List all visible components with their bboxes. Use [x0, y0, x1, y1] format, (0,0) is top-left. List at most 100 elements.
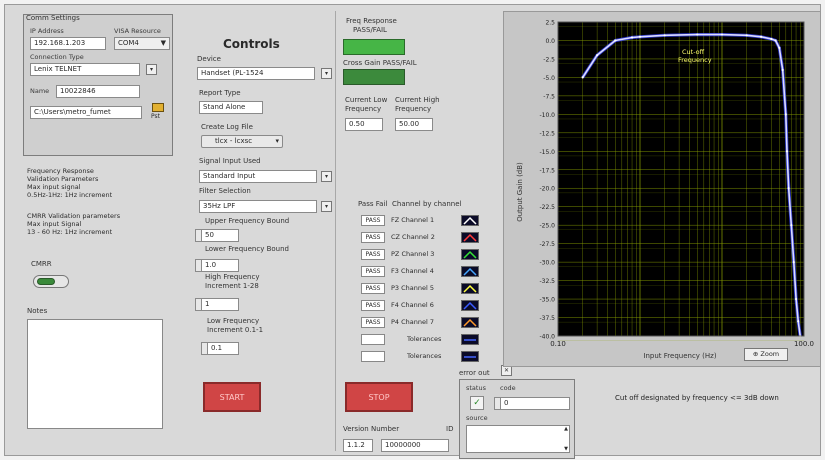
data-point: [797, 320, 800, 323]
cutoff-description: Cut off designated by frequency <= 3dB d…: [615, 394, 779, 402]
data-point: [596, 54, 599, 57]
report-type-label: Report Type: [199, 89, 241, 97]
data-point: [630, 36, 634, 39]
code-label: code: [500, 384, 516, 392]
connection-type-field[interactable]: Lenix TELNET: [30, 63, 140, 76]
channel-row: P4 Channel 7: [391, 317, 481, 328]
version-number-field: 1.1.2: [343, 439, 373, 452]
channel-row: PZ Channel 3: [391, 249, 481, 260]
report-type-field[interactable]: Stand Alone: [199, 101, 263, 114]
connection-dropdown-button[interactable]: ▾: [146, 64, 157, 75]
ip-address-label: IP Address: [30, 27, 64, 35]
filter-dropdown-button[interactable]: ▾: [321, 201, 332, 212]
data-point: [614, 39, 617, 42]
code-field[interactable]: 0: [500, 397, 570, 410]
plot-legend-icon[interactable]: [461, 266, 479, 277]
upper-frequency-field[interactable]: 50: [201, 229, 239, 242]
current-high-label-1: Current High: [395, 96, 440, 104]
start-button[interactable]: START: [203, 382, 261, 412]
source-field[interactable]: ▲ ▼: [466, 425, 570, 453]
chevron-down-icon: ▾: [275, 137, 279, 145]
main-window: Comm Settings IP Address 192.168.1.203 V…: [4, 4, 821, 459]
cmrr-label: CMRR: [31, 260, 52, 268]
ip-address-field[interactable]: 192.168.1.203: [30, 37, 106, 50]
y-tick-label: -7.5: [543, 93, 555, 100]
stop-button[interactable]: STOP: [345, 382, 413, 412]
data-point: [638, 35, 642, 38]
freq-response-title-2: PASS/FAIL: [353, 26, 387, 34]
signal-dropdown-button[interactable]: ▾: [321, 171, 332, 182]
zoom-label: Zoom: [760, 350, 780, 358]
channel-label: Tolerances: [407, 352, 442, 360]
low-increment-field[interactable]: 0.1: [207, 342, 239, 355]
pass-box: [361, 334, 385, 345]
y-tick-label: -25.0: [539, 223, 555, 230]
scroll-down-icon[interactable]: ▼: [564, 446, 568, 452]
pass-box: PASS: [361, 249, 385, 260]
error-out-panel: status code ✓ 0 source ▲ ▼: [459, 379, 575, 459]
signal-input-field[interactable]: Standard Input: [199, 170, 317, 183]
freq-validation-info: Frequency Response Validation Parameters…: [27, 167, 177, 199]
channel-row: Tolerances: [391, 334, 481, 345]
source-label: source: [466, 414, 488, 422]
plot-legend-icon[interactable]: [461, 215, 479, 226]
visa-resource-select[interactable]: COM4 ▼: [114, 37, 170, 50]
channel-label: F4 Channel 6: [391, 301, 434, 309]
channel-label: Tolerances: [407, 335, 442, 343]
chevron-down-icon: ▾: [324, 173, 328, 180]
create-log-file-select[interactable]: tlcx - lcxsc ▾: [201, 135, 283, 148]
data-point: [787, 187, 790, 190]
plot-legend-icon[interactable]: [461, 300, 479, 311]
browse-button[interactable]: Pst: [148, 103, 170, 121]
pass-box: PASS: [361, 317, 385, 328]
plot-legend-icon[interactable]: [461, 351, 479, 362]
cmrr-toggle[interactable]: [33, 275, 69, 288]
lower-frequency-label: Lower Frequency Bound: [205, 245, 289, 253]
cross-gain-label: Cross Gain PASS/FAIL: [343, 59, 417, 67]
channel-row: Tolerances: [391, 351, 481, 362]
data-point: [760, 35, 763, 38]
visa-resource-label: VISA Resource: [114, 27, 161, 35]
y-tick-label: -32.5: [539, 278, 555, 285]
y-tick-label: -40.0: [539, 334, 555, 341]
annotation-line-1: Cut-off: [682, 48, 705, 56]
data-point: [720, 33, 724, 36]
notes-textarea[interactable]: [27, 319, 163, 429]
y-tick-label: -15.0: [539, 149, 555, 156]
pass-fail-header: Pass Fail: [358, 200, 388, 208]
scroll-up-icon[interactable]: ▲: [564, 426, 568, 432]
device-field[interactable]: Handset (PL-1524: [197, 67, 315, 80]
plot-legend-icon[interactable]: [461, 317, 479, 328]
chevron-down-icon: ▼: [160, 39, 166, 47]
id-field: 10000000: [381, 439, 449, 452]
notes-label: Notes: [27, 307, 48, 315]
frequency-response-chart[interactable]: Output Gain (dB) Input Frequency (Hz) 0.…: [504, 12, 820, 366]
chart-frame: Output Gain (dB) Input Frequency (Hz) 0.…: [503, 11, 821, 367]
toggle-knob: [37, 278, 55, 285]
y-tick-label: -17.5: [539, 167, 555, 174]
y-tick-label: -30.0: [539, 260, 555, 267]
channel-row: F3 Channel 4: [391, 266, 481, 277]
cross-gain-led: [343, 69, 405, 85]
lower-frequency-field[interactable]: 1.0: [201, 259, 239, 272]
plot-legend-icon[interactable]: [461, 283, 479, 294]
plot-legend-icon[interactable]: [461, 249, 479, 260]
channel-label: CZ Channel 2: [391, 233, 435, 241]
plot-legend-icon[interactable]: [461, 232, 479, 243]
low-increment-label-2: Increment 0.1-1: [207, 326, 264, 334]
file-path-field[interactable]: C:\Users\metro_fumet: [30, 106, 142, 119]
y-tick-label: -37.5: [539, 315, 555, 322]
data-point: [792, 261, 795, 264]
comm-settings-title: Comm Settings: [26, 14, 80, 22]
data-point: [785, 150, 789, 153]
high-increment-field[interactable]: 1: [201, 298, 239, 311]
zoom-tool-button[interactable]: ⊕ Zoom: [744, 348, 788, 361]
low-increment-label-1: Low Frequency: [207, 317, 260, 325]
magnifier-icon: ⊕: [752, 350, 759, 358]
info-line: CMRR Validation parameters: [27, 212, 121, 220]
plot-legend-icon[interactable]: [461, 334, 479, 345]
data-point: [784, 113, 787, 116]
filter-selection-field[interactable]: 35Hz LPF: [199, 200, 317, 213]
name-field[interactable]: 10022846: [56, 85, 140, 98]
device-dropdown-button[interactable]: ▾: [321, 68, 332, 79]
